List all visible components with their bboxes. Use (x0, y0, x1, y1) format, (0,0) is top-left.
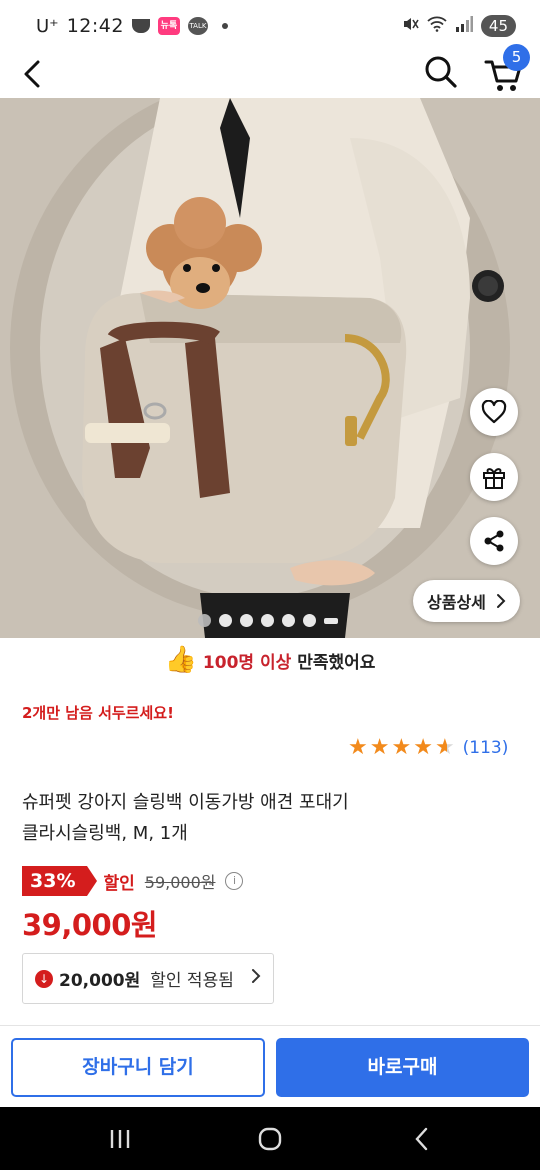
carousel-dot[interactable] (303, 614, 316, 627)
product-detail-label: 상품상세 (427, 593, 486, 612)
back-arrow-icon (415, 1127, 428, 1151)
discount-row: 33% 할인 59,000원 i (22, 866, 244, 896)
wishlist-button[interactable] (470, 388, 518, 436)
product-title: 슈퍼펫 강아지 슬링백 이동가방 애견 포대기 클라시슬링백, M, 1개 (22, 787, 502, 849)
coupon-label: 할인 적용됨 (150, 971, 234, 991)
carousel-dot[interactable] (282, 614, 295, 627)
discount-label: 할인 (103, 873, 135, 894)
coupon-discount-button[interactable]: ↓ 20,000원 할인 적용됨 (22, 953, 274, 1004)
product-detail-button[interactable]: 상품상세 (413, 580, 520, 622)
carousel-dot[interactable] (240, 614, 253, 627)
gift-icon (483, 468, 505, 489)
star-icon: ★ (413, 735, 433, 760)
cart-count-badge: 5 (503, 44, 530, 71)
review-count[interactable]: (113) (463, 738, 509, 758)
coffee-icon (131, 19, 150, 33)
search-button[interactable] (420, 52, 462, 94)
add-to-cart-button[interactable]: 장바구니 담기 (11, 1038, 265, 1097)
star-icon: ★ (391, 735, 412, 760)
chevron-right-icon (496, 594, 506, 608)
info-icon[interactable]: i (225, 872, 244, 890)
system-navigation-bar (0, 1107, 540, 1170)
system-back-button[interactable] (402, 1123, 442, 1155)
arrow-down-icon: ↓ (35, 969, 53, 988)
app-badge-icon: 뉴톡 (157, 17, 180, 35)
back-button[interactable] (14, 54, 54, 94)
status-right: 45 (401, 15, 516, 37)
thumbs-up-icon: 👍 (164, 645, 197, 675)
heart-icon (481, 400, 507, 424)
half-star-icon: ★ (434, 735, 455, 760)
status-bar: U⁺ 12:42 뉴톡 TALK 45 (0, 0, 540, 52)
status-time: 12:42 (66, 15, 124, 37)
battery-indicator: 45 (480, 15, 516, 37)
product-title-line: 클라시슬링백, M, 1개 (22, 823, 188, 844)
star-icon: ★ (348, 735, 368, 760)
sale-price: 39,000원 (22, 908, 158, 942)
signal-icon (455, 16, 473, 36)
home-icon (258, 1127, 282, 1151)
app-header: 5 (0, 44, 540, 98)
discount-percent-badge: 33% (22, 866, 99, 896)
rating-summary[interactable]: ★ ★ ★ ★ ★ (113) (348, 737, 508, 759)
wifi-icon (427, 16, 447, 36)
share-button[interactable] (470, 517, 518, 565)
original-price: 59,000원 (144, 873, 216, 892)
recent-apps-icon (110, 1130, 130, 1148)
chevron-right-icon (251, 968, 261, 989)
mute-icon (401, 15, 419, 37)
stock-warning: 2개만 남음 서두르세요! (22, 704, 174, 722)
product-photo (0, 98, 540, 638)
notification-dot-icon (221, 23, 228, 29)
carrier-label: U⁺ (36, 15, 59, 37)
star-icon: ★ (369, 735, 390, 760)
product-title-line: 슈퍼펫 강아지 슬링백 이동가방 애견 포대기 (22, 792, 349, 813)
carousel-dot[interactable] (261, 614, 274, 627)
gift-button[interactable] (470, 453, 518, 501)
recent-apps-button[interactable] (100, 1123, 140, 1155)
satisfaction-banner: 👍 100명 이상 만족했어요 (0, 640, 540, 680)
carousel-dot-active[interactable] (324, 617, 338, 624)
product-image-carousel[interactable]: 상품상세 (0, 98, 540, 638)
talk-icon: TALK (187, 17, 208, 35)
home-button[interactable] (250, 1123, 290, 1155)
search-icon (425, 56, 457, 88)
purchase-action-bar: 장바구니 담기 바로구매 (0, 1025, 540, 1107)
carousel-indicator (198, 614, 338, 627)
carousel-dot[interactable] (198, 614, 211, 627)
carousel-dot[interactable] (219, 614, 232, 627)
coupon-amount: 20,000원 (59, 971, 141, 991)
status-left: U⁺ 12:42 뉴톡 TALK (36, 15, 228, 37)
buy-now-button[interactable]: 바로구매 (276, 1038, 529, 1097)
chevron-left-icon (24, 60, 40, 88)
satisfaction-count: 100명 이상 (202, 652, 292, 673)
share-icon (484, 530, 504, 552)
satisfaction-text: 만족했어요 (297, 652, 376, 673)
